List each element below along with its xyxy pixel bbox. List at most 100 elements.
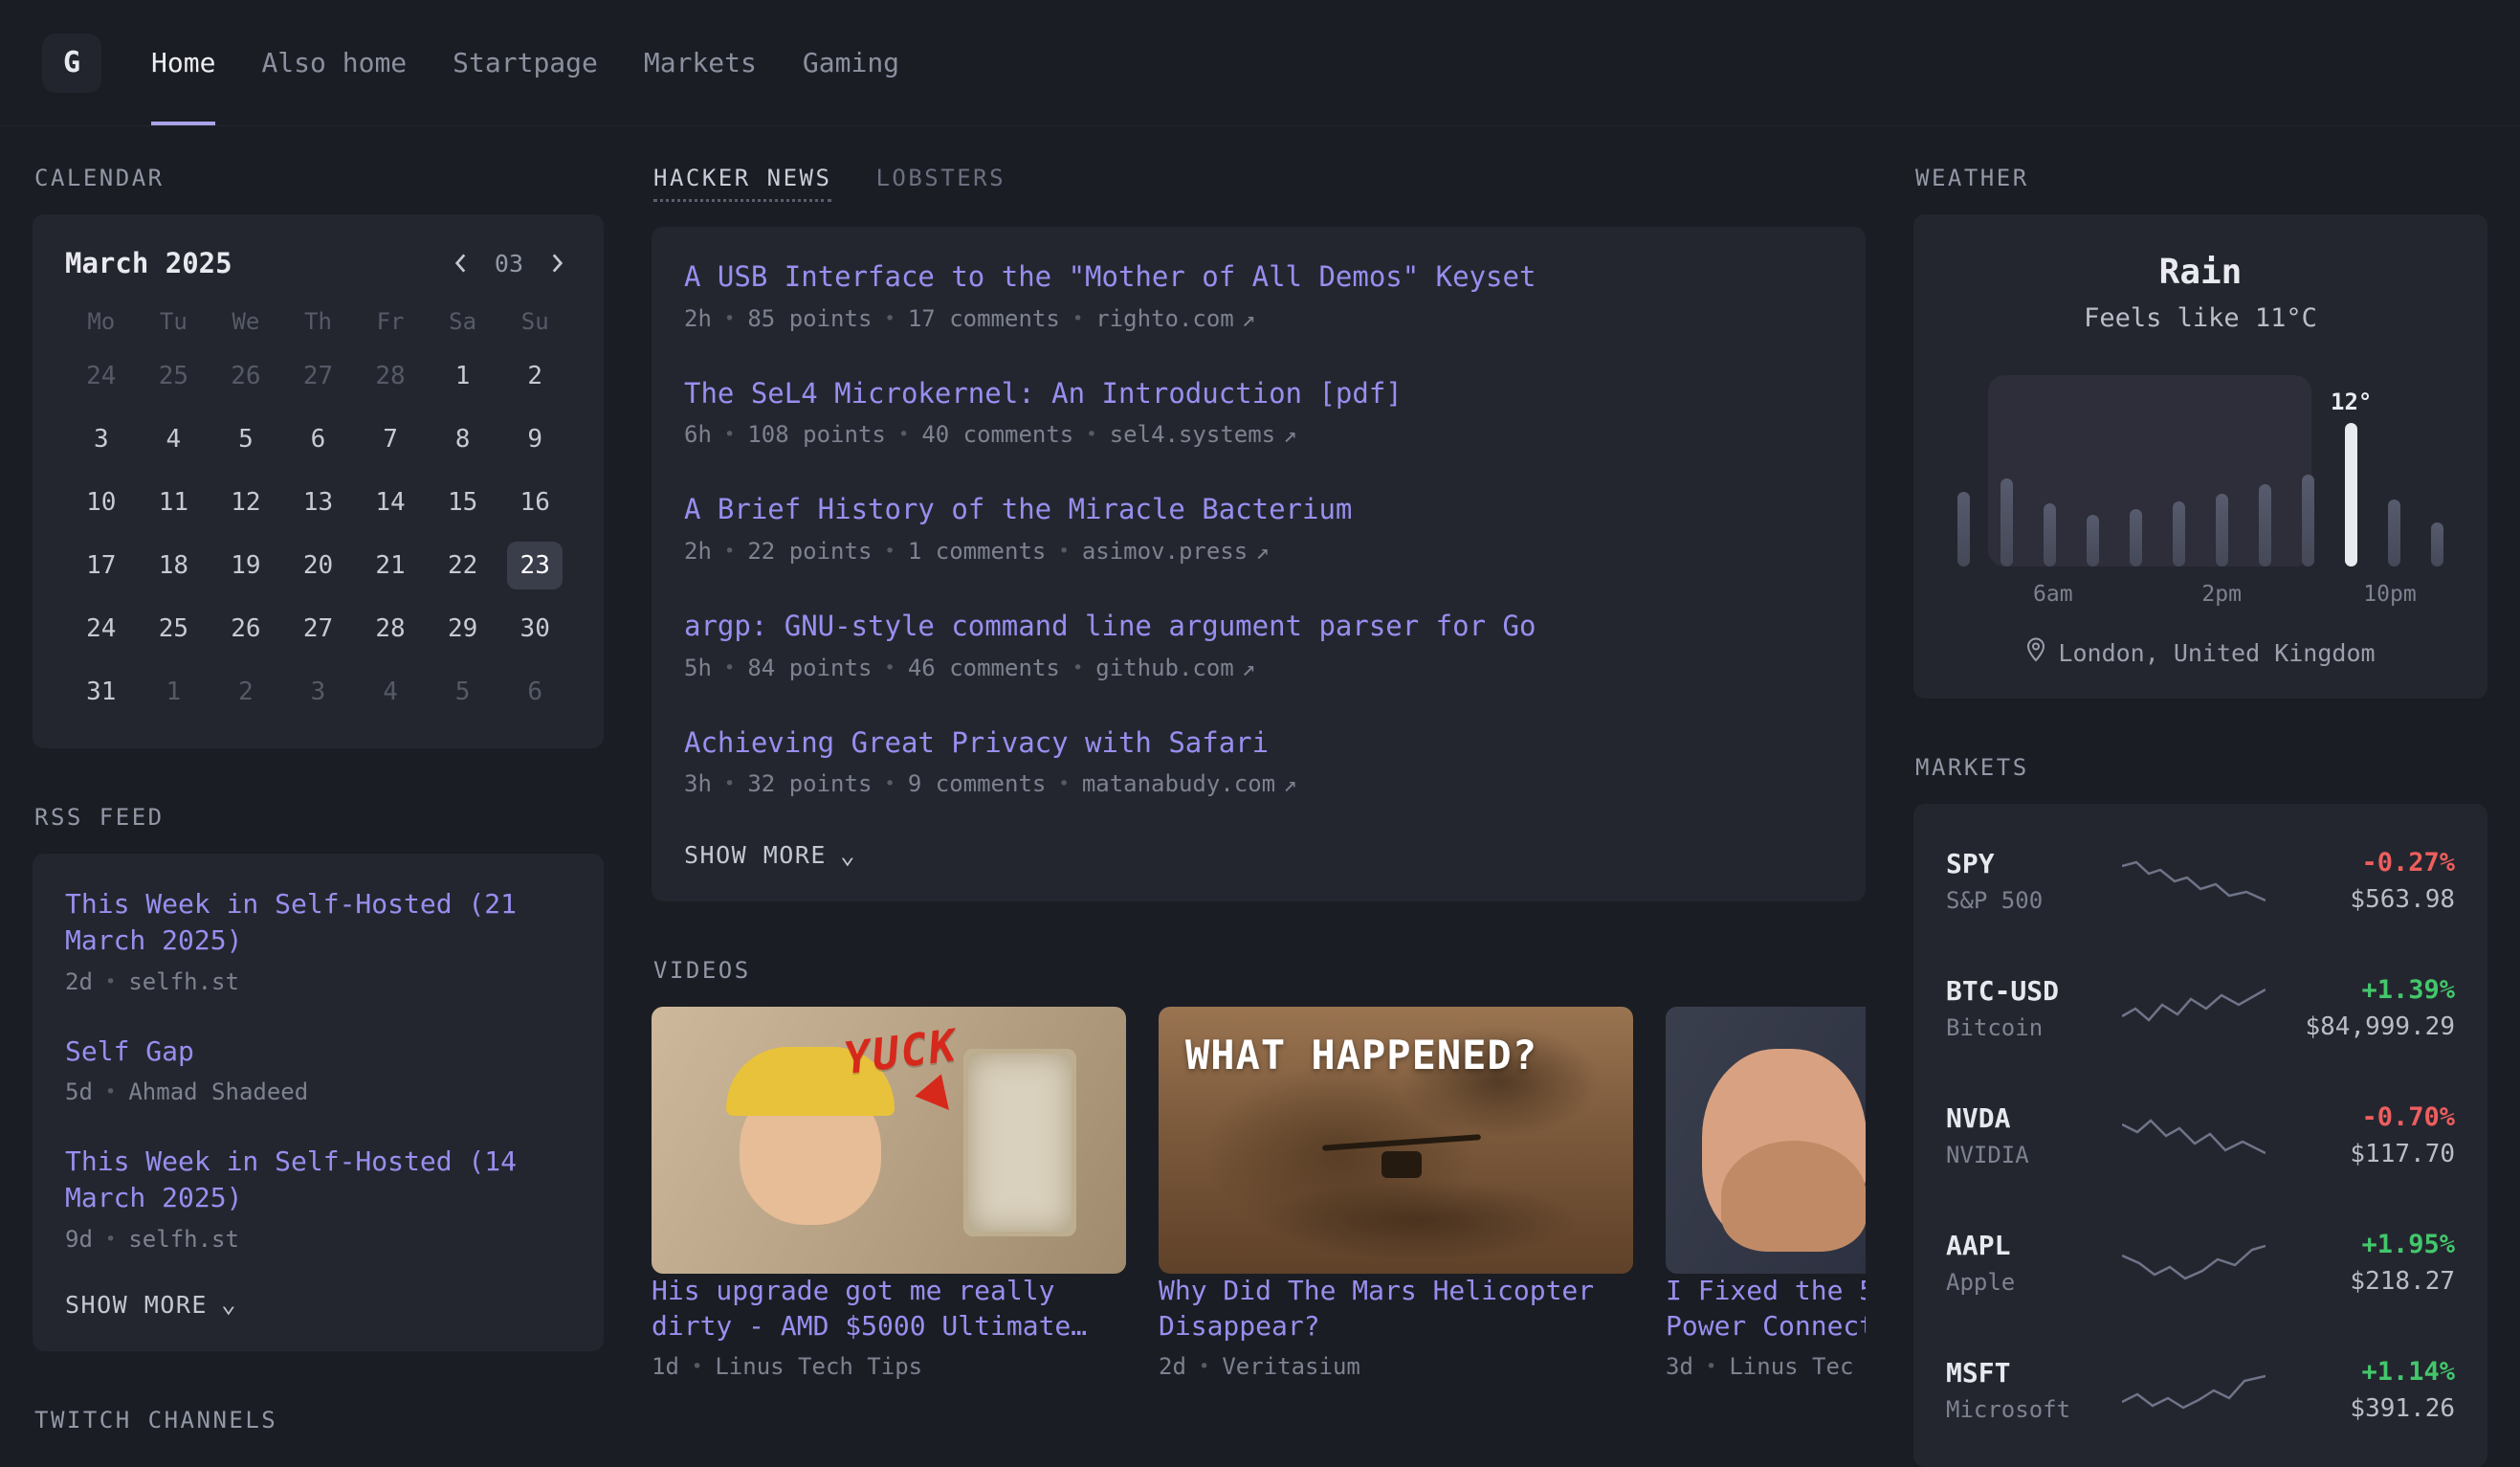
weather-feels-like: Feels like 11°C xyxy=(1948,303,2453,333)
video-age: 3d xyxy=(1666,1353,1693,1380)
video-title[interactable]: Why Did The Mars Helicopter Disappear? xyxy=(1159,1274,1633,1344)
markets-widget: SPY S&P 500 -0.27% $563.98 xyxy=(1913,804,2487,1467)
market-info: AAPL Apple xyxy=(1946,1230,2118,1296)
market-percent-change: +1.39% xyxy=(2268,975,2455,1005)
calendar-day-cell: 23 xyxy=(507,542,563,589)
video-meta: 2d • Veritasium xyxy=(1159,1353,1633,1380)
weather-time-axis: 6am 2pm 10pm xyxy=(1948,582,2453,611)
calendar-weekday-label: We xyxy=(210,308,282,335)
news-item-title[interactable]: The SeL4 Microkernel: An Introduction [p… xyxy=(684,376,1833,412)
news-item-source: github.com xyxy=(1095,655,1234,681)
weather-section: WEATHER Rain Feels like 11°C xyxy=(1913,161,2487,699)
weather-bars: 12° xyxy=(1948,362,2453,567)
nav-tab[interactable]: Startpage xyxy=(453,0,598,125)
calendar-day-cell: 3 xyxy=(290,668,345,716)
app-logo[interactable]: G xyxy=(42,33,101,93)
calendar-day-cell: 9 xyxy=(507,415,563,463)
news-item: argp: GNU-style command line argument pa… xyxy=(684,609,1833,681)
video-channel: Linus Tec xyxy=(1729,1353,1853,1380)
calendar-day-cell: 27 xyxy=(290,605,345,653)
market-values: -0.27% $563.98 xyxy=(2268,848,2455,914)
news-item-title[interactable]: argp: GNU-style command line argument pa… xyxy=(684,609,1833,645)
location-pin-icon xyxy=(2025,637,2046,668)
news-feed-tab[interactable]: HACKER NEWS xyxy=(653,165,831,202)
nav-tab[interactable]: Markets xyxy=(644,0,757,125)
video-title-line: I Fixed the 5 xyxy=(1666,1274,1866,1308)
market-row[interactable]: SPY S&P 500 -0.27% $563.98 xyxy=(1946,817,2455,945)
chevron-right-icon xyxy=(546,251,567,276)
weather-bar xyxy=(2431,522,2443,567)
calendar-weekday-label: Mo xyxy=(65,308,138,335)
market-row[interactable]: AAPL Apple +1.95% $218.27 xyxy=(1946,1199,2455,1326)
calendar-day-cell: 6 xyxy=(507,668,563,716)
video-title[interactable]: I Fixed the 5 Power Connect xyxy=(1666,1274,1866,1344)
thumbnail-overlay-text: WHAT HAPPENED? xyxy=(1185,1032,1537,1078)
calendar-prev-button[interactable] xyxy=(447,247,475,279)
calendar-controls: 03 xyxy=(447,247,571,279)
news-item-title[interactable]: Achieving Great Privacy with Safari xyxy=(684,725,1833,762)
news-item-source-link[interactable]: github.com↗ xyxy=(1095,655,1255,681)
twitch-channels-section: TWITCH CHANNELS xyxy=(33,1403,604,1447)
news-item-age: 2h xyxy=(684,538,712,565)
thumbnail-decoration xyxy=(1721,1141,1866,1252)
market-name: NVIDIA xyxy=(1946,1142,2118,1168)
weather-bar xyxy=(2087,515,2099,567)
external-link-icon: ↗ xyxy=(1255,538,1269,565)
separator-dot-icon: • xyxy=(105,1229,116,1250)
video-title[interactable]: His upgrade got me really dirty - AMD $5… xyxy=(652,1274,1126,1344)
news-item-points: 32 points xyxy=(747,770,872,797)
news-item-title[interactable]: A USB Interface to the "Mother of All De… xyxy=(684,259,1833,296)
calendar-current-month-badge[interactable]: 03 xyxy=(495,250,523,278)
video-thumbnail[interactable]: DO T T xyxy=(1666,1007,1866,1274)
news-item-source-link[interactable]: righto.com↗ xyxy=(1095,305,1255,332)
news-item-source-link[interactable]: sel4.systems↗ xyxy=(1110,421,1297,448)
weather-bar-column xyxy=(2040,362,2059,567)
news-item-title[interactable]: A Brief History of the Miracle Bacterium xyxy=(684,492,1833,528)
video-thumbnail[interactable]: YUCK xyxy=(652,1007,1126,1274)
separator-dot-icon: • xyxy=(884,773,895,794)
weather-bar xyxy=(2001,478,2013,567)
market-percent-change: +1.14% xyxy=(2268,1357,2455,1387)
chevron-left-icon xyxy=(451,251,472,276)
rss-feed-item-title[interactable]: This Week in Self-Hosted (14 March 2025) xyxy=(65,1144,571,1216)
calendar-day-cell: 13 xyxy=(290,478,345,526)
market-row[interactable]: MSFT Microsoft +1.14% $391.26 xyxy=(1946,1326,2455,1454)
market-row[interactable]: BTC-USD Bitcoin +1.39% $84,999.29 xyxy=(1946,945,2455,1072)
news-feed-tab[interactable]: LOBSTERS xyxy=(875,165,1006,202)
market-name: Bitcoin xyxy=(1946,1014,2118,1041)
rss-feed-item-age: 5d xyxy=(65,1078,93,1105)
news-item-comments: 17 comments xyxy=(908,305,1060,332)
news-item-age: 5h xyxy=(684,655,712,681)
nav-tab[interactable]: Also home xyxy=(261,0,407,125)
separator-dot-icon: • xyxy=(1058,773,1069,794)
rss-feed-item-source: selfh.st xyxy=(128,1226,239,1253)
calendar-day-cell: 1 xyxy=(435,352,491,400)
nav-tab[interactable]: Gaming xyxy=(803,0,899,125)
rss-show-more-button[interactable]: SHOW MORE ⌄ xyxy=(65,1291,237,1319)
thumbnail-decoration xyxy=(915,1075,962,1122)
calendar-day-cell: 5 xyxy=(435,668,491,716)
video-card: WHAT HAPPENED? Why Did The Mars Helicopt… xyxy=(1159,1007,1633,1380)
videos-section-title: VIDEOS xyxy=(653,957,1866,984)
market-info: NVDA NVIDIA xyxy=(1946,1102,2118,1168)
rss-feed-item-title[interactable]: Self Gap xyxy=(65,1034,571,1070)
market-row[interactable]: NVDA NVIDIA -0.70% $117.70 xyxy=(1946,1072,2455,1199)
news-item-source-link[interactable]: asimov.press↗ xyxy=(1082,538,1270,565)
nav-tab[interactable]: Home xyxy=(151,0,215,125)
rss-feed-item-age: 2d xyxy=(65,968,93,995)
news-item-source: matanabudy.com xyxy=(1082,770,1275,797)
chevron-down-icon: ⌄ xyxy=(221,1292,237,1317)
calendar-weekday-label: Fr xyxy=(354,308,427,335)
video-thumbnail[interactable]: WHAT HAPPENED? xyxy=(1159,1007,1633,1274)
calendar-day-cell: 27 xyxy=(290,352,345,400)
separator-dot-icon: • xyxy=(724,773,735,794)
weather-bar-column xyxy=(2212,362,2231,567)
news-item-source-link[interactable]: matanabudy.com↗ xyxy=(1082,770,1297,797)
market-ticker: MSFT xyxy=(1946,1357,2010,1389)
news-show-more-button[interactable]: SHOW MORE ⌄ xyxy=(684,841,856,869)
market-ticker: NVDA xyxy=(1946,1102,2010,1134)
rss-feed-item-title[interactable]: This Week in Self-Hosted (21 March 2025) xyxy=(65,886,571,959)
calendar-next-button[interactable] xyxy=(542,247,571,279)
video-meta: 1d • Linus Tech Tips xyxy=(652,1353,1126,1380)
rss-feed-item: This Week in Self-Hosted (21 March 2025)… xyxy=(65,886,571,995)
